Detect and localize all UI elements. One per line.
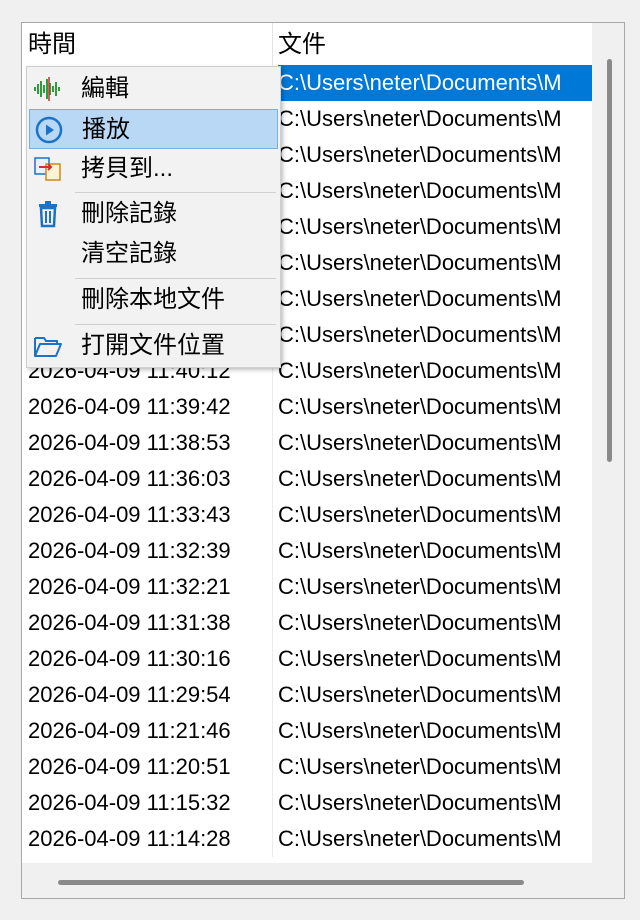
file-cell: C:\Users\neter\Documents\M (278, 646, 562, 671)
file-cell: C:\Users\neter\Documents\M (278, 65, 592, 101)
cell-divider (272, 569, 273, 605)
file-cell: C:\Users\neter\Documents\M (278, 322, 562, 347)
cell-divider (272, 497, 273, 533)
cell-divider (272, 425, 273, 461)
time-cell: 2026-04-09 11:20:51 (28, 754, 231, 779)
table-row[interactable]: 2026-04-09 11:33:43 C:\Users\neter\Docume… (22, 497, 592, 533)
time-cell: 2026-04-09 11:31:38 (28, 610, 231, 635)
cell-divider (272, 821, 273, 857)
table-row[interactable]: 2026-04-09 11:29:54 C:\Users\neter\Docume… (22, 677, 592, 713)
time-cell: 2026-04-09 11:36:03 (28, 466, 231, 491)
list-header: 時間 文件 (22, 23, 592, 65)
table-row[interactable]: 2026-04-09 11:30:16 C:\Users\neter\Docume… (22, 641, 592, 677)
context-menu: 編輯 播放 拷貝到... 刪除記錄 清空記錄 刪除本地文件 打開文件位置 (26, 66, 281, 368)
cell-divider (272, 713, 273, 749)
file-cell: C:\Users\neter\Documents\M (278, 754, 562, 779)
time-cell: 2026-04-09 11:39:42 (28, 394, 231, 419)
trash-icon (39, 201, 57, 228)
cell-divider (272, 533, 273, 569)
cell-divider (272, 605, 273, 641)
table-row[interactable]: 2026-04-09 11:32:21 C:\Users\neter\Docume… (22, 569, 592, 605)
time-cell: 2026-04-09 11:29:54 (28, 682, 231, 707)
file-cell: C:\Users\neter\Documents\M (278, 178, 562, 203)
copy-to-icon (34, 157, 61, 181)
menu-item-open-location[interactable]: 打開文件位置 (29, 326, 278, 366)
table-row[interactable]: 2026-04-09 11:20:51 C:\Users\neter\Docume… (22, 749, 592, 785)
file-cell: C:\Users\neter\Documents\M (278, 502, 562, 527)
menu-item-label: 刪除記錄 (81, 200, 177, 227)
menu-item-delete-record[interactable]: 刪除記錄 (29, 194, 278, 234)
menu-item-edit[interactable]: 編輯 (29, 69, 278, 109)
table-row[interactable]: 2026-04-09 11:15:32 C:\Users\neter\Docume… (22, 785, 592, 821)
menu-item-play[interactable]: 播放 (29, 109, 278, 149)
table-row[interactable]: 2026-04-09 11:38:53 C:\Users\neter\Docume… (22, 425, 592, 461)
time-cell: 2026-04-09 11:33:43 (28, 502, 231, 527)
file-cell: C:\Users\neter\Documents\M (278, 250, 562, 275)
file-cell: C:\Users\neter\Documents\M (278, 682, 562, 707)
file-cell: C:\Users\neter\Documents\M (278, 214, 562, 239)
time-cell: 2026-04-09 11:14:28 (28, 826, 231, 851)
time-cell: 2026-04-09 11:30:16 (28, 646, 231, 671)
file-cell: C:\Users\neter\Documents\M (278, 142, 562, 167)
time-cell: 2026-04-09 11:15:32 (28, 790, 231, 815)
menu-item-delete-local-file[interactable]: 刪除本地文件 (29, 280, 278, 320)
table-row[interactable]: 2026-04-09 11:31:38 C:\Users\neter\Docume… (22, 605, 592, 641)
time-cell: 2026-04-09 11:38:53 (28, 430, 231, 455)
file-cell: C:\Users\neter\Documents\M (278, 466, 562, 491)
table-row[interactable]: 2026-04-09 11:36:03 C:\Users\neter\Docume… (22, 461, 592, 497)
file-cell: C:\Users\neter\Documents\M (278, 394, 562, 419)
file-cell: C:\Users\neter\Documents\M (278, 358, 562, 383)
menu-item-copy-to[interactable]: 拷貝到... (29, 149, 278, 189)
menu-separator (75, 324, 276, 325)
cell-divider (272, 389, 273, 425)
menu-item-label: 播放 (82, 116, 130, 143)
vertical-scroll-thumb[interactable] (607, 59, 612, 462)
cell-divider (272, 461, 273, 497)
file-cell: C:\Users\neter\Documents\M (278, 538, 562, 563)
cell-divider (272, 677, 273, 713)
file-cell: C:\Users\neter\Documents\M (278, 106, 562, 131)
file-cell: C:\Users\neter\Documents\M (278, 286, 562, 311)
play-circle-icon (35, 116, 63, 144)
file-cell: C:\Users\neter\Documents\M (278, 790, 562, 815)
file-cell: C:\Users\neter\Documents\M (278, 610, 562, 635)
column-header-time[interactable]: 時間 (28, 23, 76, 65)
file-cell: C:\Users\neter\Documents\M (278, 826, 562, 851)
file-cell: C:\Users\neter\Documents\M (278, 430, 562, 455)
cell-divider (272, 749, 273, 785)
waveform-icon (34, 77, 60, 101)
table-row[interactable]: 2026-04-09 11:14:28 C:\Users\neter\Docume… (22, 821, 592, 857)
horizontal-scrollbar[interactable] (22, 863, 624, 898)
column-header-file[interactable]: 文件 (278, 23, 326, 65)
time-cell: 2026-04-09 11:21:46 (28, 718, 231, 743)
time-cell: 2026-04-09 11:32:21 (28, 574, 231, 599)
menu-item-label: 拷貝到... (81, 155, 174, 182)
horizontal-scroll-thumb[interactable] (58, 880, 524, 885)
column-divider[interactable] (272, 23, 273, 65)
menu-item-clear-records[interactable]: 清空記錄 (29, 234, 278, 274)
menu-separator (75, 192, 276, 193)
table-row[interactable]: 2026-04-09 11:39:42 C:\Users\neter\Docume… (22, 389, 592, 425)
cell-divider (272, 641, 273, 677)
table-row[interactable]: 2026-04-09 11:21:46 C:\Users\neter\Docume… (22, 713, 592, 749)
time-cell: 2026-04-09 11:32:39 (28, 538, 231, 563)
file-cell: C:\Users\neter\Documents\M (278, 574, 562, 599)
menu-item-label: 打開文件位置 (81, 332, 225, 359)
menu-item-label: 編輯 (81, 75, 129, 102)
table-row[interactable]: 2026-04-09 11:32:39 C:\Users\neter\Docume… (22, 533, 592, 569)
folder-open-icon (34, 337, 62, 357)
file-cell: C:\Users\neter\Documents\M (278, 718, 562, 743)
vertical-scrollbar[interactable] (592, 23, 624, 863)
cell-divider (272, 785, 273, 821)
menu-item-label: 刪除本地文件 (81, 286, 225, 313)
menu-item-label: 清空記錄 (81, 240, 177, 267)
menu-separator (75, 278, 276, 279)
